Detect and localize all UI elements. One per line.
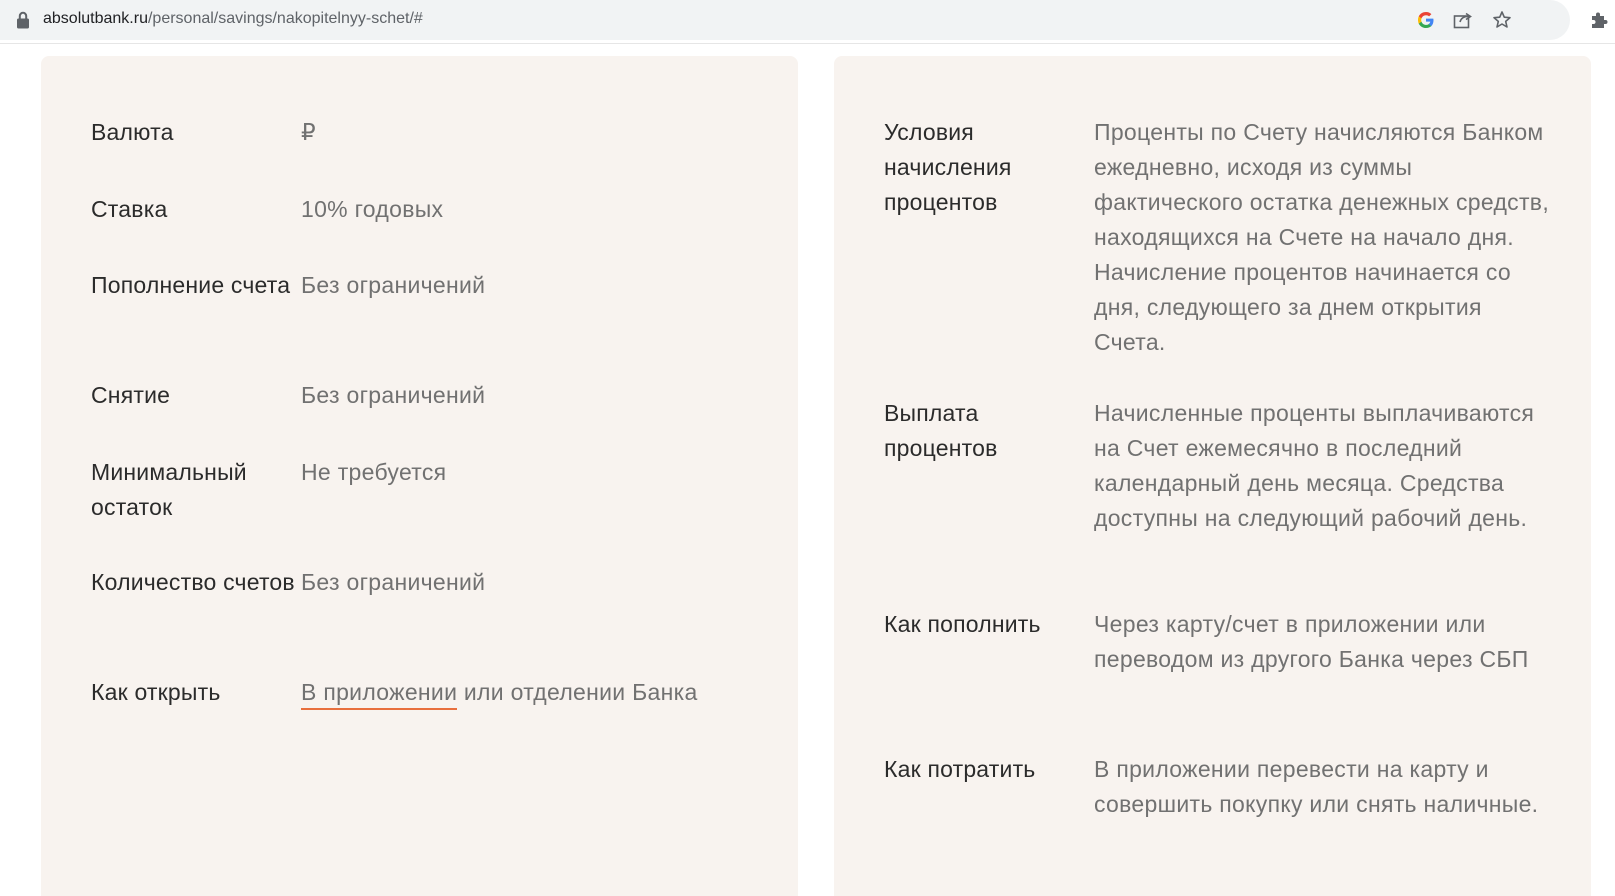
param-row-currency: Валюта ₽: [91, 115, 761, 150]
param-label: Как открыть: [91, 679, 221, 705]
google-icon[interactable]: [1415, 9, 1437, 31]
param-value: Без ограничений: [301, 569, 486, 595]
condition-label: Как пополнить: [884, 611, 1041, 637]
condition-value: Проценты по Счету начисляются Банком еже…: [1094, 119, 1550, 355]
condition-value: В приложении перевести на карту и соверш…: [1094, 756, 1539, 817]
puzzle-icon[interactable]: [1588, 8, 1610, 32]
url-text[interactable]: absolutbank.ru/personal/savings/nakopite…: [43, 9, 423, 29]
param-row-accounts-count: Количество счетов Без ограничений: [91, 565, 761, 600]
param-row-how-to-open: Как открыть В приложении или отделении Б…: [91, 675, 761, 710]
browser-toolbar: absolutbank.ru/personal/savings/nakopite…: [0, 0, 1615, 44]
condition-row-interest-accrual: Условия начисления процентов Проценты по…: [884, 115, 1554, 360]
param-value: Не требуется: [301, 459, 447, 485]
condition-value: Через карту/счет в приложении или перево…: [1094, 611, 1529, 672]
param-label: Минимальный остаток: [91, 459, 247, 520]
share-icon[interactable]: [1452, 9, 1474, 31]
param-value: Без ограничений: [301, 272, 486, 298]
param-value: ₽: [301, 119, 316, 145]
url-path: /personal/savings/nakopitelnyy-schet/#: [147, 10, 423, 27]
condition-value: Начисленные проценты выплачиваются на Сч…: [1094, 400, 1535, 531]
param-row-topup: Пополнение счета Без ограничений: [91, 268, 761, 303]
condition-label: Условия начисления процентов: [884, 119, 1012, 215]
condition-row-how-to-spend: Как потратить В приложении перевести на …: [884, 752, 1554, 822]
product-params-panel: Валюта ₽ Ставка 10% годовых Пополнение с…: [41, 56, 798, 896]
star-icon[interactable]: [1491, 9, 1513, 31]
param-row-withdrawal: Снятие Без ограничений: [91, 378, 761, 413]
param-label: Валюта: [91, 119, 174, 145]
in-app-link[interactable]: В приложении: [301, 676, 458, 710]
param-label: Пополнение счета: [91, 272, 291, 298]
condition-label: Как потратить: [884, 756, 1036, 782]
param-row-rate: Ставка 10% годовых: [91, 192, 761, 227]
param-label: Ставка: [91, 196, 168, 222]
param-value: В приложении или отделении Банка: [301, 675, 761, 710]
param-label: Количество счетов: [91, 569, 295, 595]
param-value: 10% годовых: [301, 196, 444, 222]
param-row-min-balance: Минимальный остаток Не требуется: [91, 455, 761, 525]
param-value: Без ограничений: [301, 382, 486, 408]
condition-row-interest-payment: Выплата процентов Начисленные проценты в…: [884, 396, 1554, 536]
lock-icon[interactable]: [16, 11, 30, 29]
url-host: absolutbank.ru: [43, 10, 148, 27]
param-label: Снятие: [91, 382, 171, 408]
address-bar[interactable]: absolutbank.ru/personal/savings/nakopite…: [0, 0, 1570, 40]
how-to-open-rest: или отделении Банка: [457, 679, 698, 705]
product-conditions-panel: Условия начисления процентов Проценты по…: [834, 56, 1591, 896]
condition-row-how-to-topup: Как пополнить Через карту/счет в приложе…: [884, 607, 1554, 677]
condition-label: Выплата процентов: [884, 400, 998, 461]
